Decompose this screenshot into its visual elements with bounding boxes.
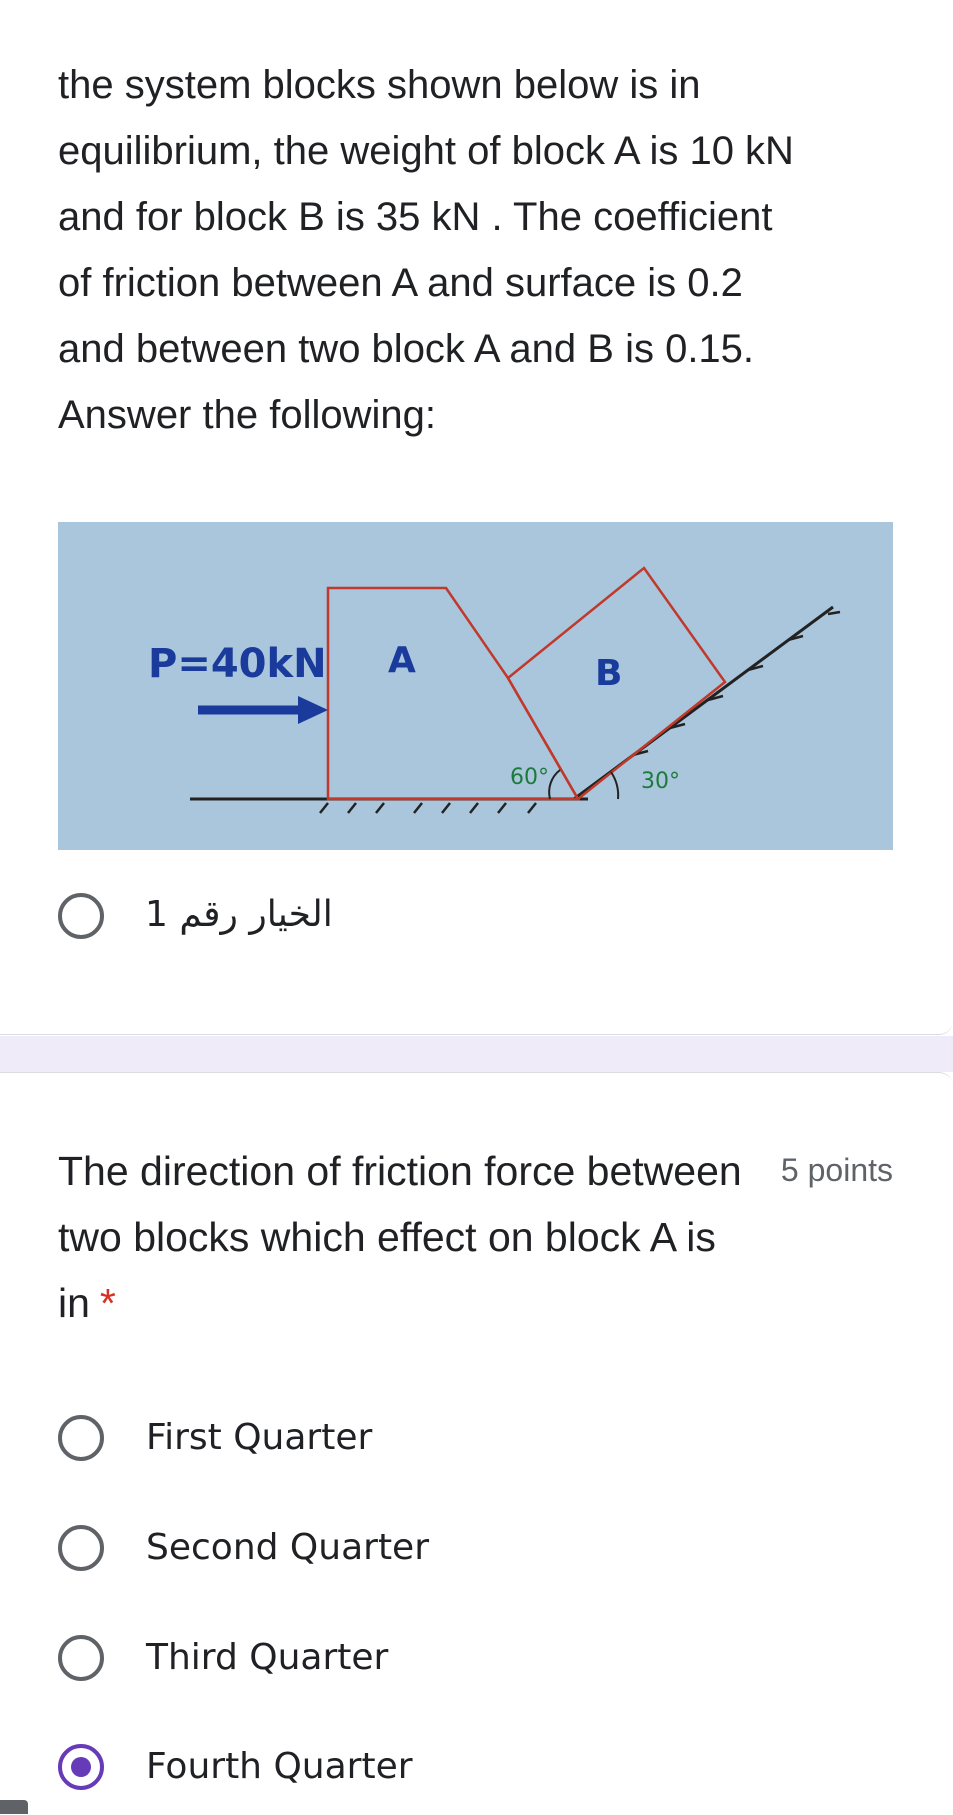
- block-b-label: B: [595, 653, 622, 694]
- option-radio-third-quarter[interactable]: [58, 1635, 104, 1681]
- description-line: equilibrium, the weight of block A is 10…: [58, 129, 794, 173]
- ground-hatching: [319, 802, 537, 814]
- angle-arc-60: [548, 769, 561, 800]
- form-background-gap: [0, 1036, 953, 1072]
- description-line: the system blocks shown below is in: [58, 63, 701, 107]
- scroll-indicator: [0, 1800, 28, 1814]
- force-label: P=40kN: [148, 641, 327, 687]
- required-asterisk: *: [99, 1280, 116, 1326]
- angle-arc-30: [610, 771, 620, 800]
- block-a-label: A: [388, 640, 416, 681]
- section-card: the system blocks shown below is in equi…: [0, 0, 953, 1035]
- question-title-text: The direction of friction force between …: [58, 1148, 742, 1326]
- option-radio-second-quarter[interactable]: [58, 1525, 104, 1571]
- option-label-fourth-quarter[interactable]: Fourth Quarter: [146, 1746, 413, 1787]
- angle-60-label: 60°: [510, 765, 549, 790]
- section-option-radio[interactable]: [58, 893, 104, 939]
- force-arrow-head: [298, 696, 328, 724]
- description-line: and for block B is 35 kN . The coefficie…: [58, 195, 773, 239]
- question-title: The direction of friction force between …: [58, 1138, 748, 1336]
- angle-30-label: 30°: [641, 769, 680, 794]
- radio-selected-dot: [71, 1757, 91, 1777]
- option-label-third-quarter[interactable]: Third Quarter: [146, 1637, 388, 1678]
- section-description: the system blocks shown below is in equi…: [58, 52, 908, 448]
- description-line: and between two block A and B is 0.15.: [58, 327, 755, 371]
- option-label-second-quarter[interactable]: Second Quarter: [146, 1527, 429, 1568]
- problem-figure: P=40kN A B 60° 30°: [58, 522, 893, 850]
- section-option-label: الخيار رقم 1: [145, 894, 333, 935]
- points-label: 5 points: [780, 1152, 893, 1188]
- statics-diagram: P=40kN A B 60° 30°: [148, 566, 841, 814]
- option-radio-fourth-quarter[interactable]: [58, 1744, 104, 1790]
- description-line: Answer the following:: [58, 393, 436, 437]
- description-line: of friction between A and surface is 0.2: [58, 261, 743, 305]
- option-label-first-quarter[interactable]: First Quarter: [146, 1417, 372, 1458]
- option-radio-first-quarter[interactable]: [58, 1415, 104, 1461]
